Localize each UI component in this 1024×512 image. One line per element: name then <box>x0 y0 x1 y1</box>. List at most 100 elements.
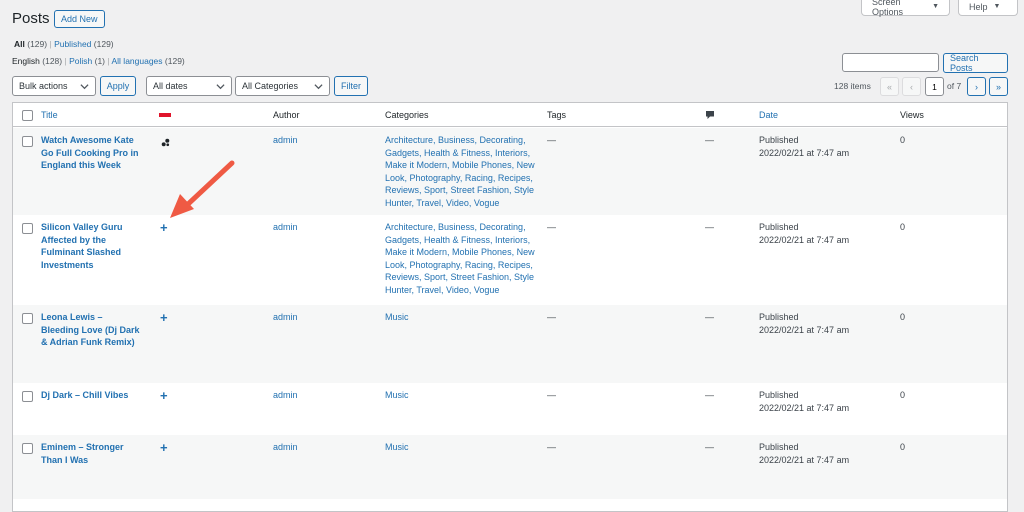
comments-value: — <box>705 312 714 322</box>
post-title-link[interactable]: Leona Lewis – Bleeding Love (Dj Dark & Adr… <box>41 311 145 349</box>
table-row: Silicon Valley Guru Affected by the Fulmin… <box>13 215 1007 305</box>
tags-value: — <box>547 390 556 400</box>
column-views: Views <box>900 110 924 120</box>
table-row: Eminem – Stronger Than I Was + admin Musi… <box>13 435 1007 499</box>
add-new-button[interactable]: Add New <box>54 10 105 28</box>
filter-published-count: (129) <box>93 39 114 49</box>
lang-english[interactable]: English <box>12 56 40 66</box>
comments-value: — <box>705 222 714 232</box>
views-value: 0 <box>900 312 906 322</box>
column-date[interactable]: Date <box>759 109 778 122</box>
language-filters: English (128) | Polish (1) | All languag… <box>12 56 185 66</box>
row-checkbox[interactable] <box>22 136 33 147</box>
date-cell: Published 2022/02/21 at 7:47 am <box>759 222 850 245</box>
filter-separator: | <box>107 56 110 66</box>
first-page-button[interactable]: « <box>880 77 899 96</box>
lang-polish[interactable]: Polish <box>69 56 92 66</box>
caret-down-icon: ▼ <box>932 3 939 10</box>
help-button[interactable]: Help ▼ <box>958 0 1018 16</box>
views-value: 0 <box>900 390 906 400</box>
lang-english-count: (128) <box>42 56 63 66</box>
red-arrow-icon <box>170 160 235 218</box>
filter-button[interactable]: Filter <box>334 76 368 96</box>
post-title-link[interactable]: Silicon Valley Guru Affected by the Fulmin… <box>41 221 145 271</box>
date-cell: Published 2022/02/21 at 7:47 am <box>759 135 850 158</box>
date-cell: Published 2022/02/21 at 7:47 am <box>759 390 850 413</box>
prev-page-button[interactable]: ‹ <box>902 77 921 96</box>
date-cell: Published 2022/02/21 at 7:47 am <box>759 442 850 465</box>
last-page-button[interactable]: » <box>989 77 1008 96</box>
apply-button[interactable]: Apply <box>100 76 136 96</box>
date-cell: Published 2022/02/21 at 7:47 am <box>759 312 850 335</box>
table-row: Watch Awesome Kate Go Full Cooking Pro in… <box>13 128 1007 215</box>
comments-value: — <box>705 442 714 452</box>
comments-value: — <box>705 135 714 145</box>
lang-polish-count: (1) <box>94 56 105 66</box>
current-page-input[interactable] <box>925 77 944 96</box>
views-value: 0 <box>900 222 906 232</box>
filter-published[interactable]: Published <box>54 39 91 49</box>
categories-links[interactable]: Music <box>385 441 537 454</box>
page-total: of 7 <box>947 81 962 91</box>
search-posts-button[interactable]: Search Posts <box>943 53 1008 73</box>
views-value: 0 <box>900 442 906 452</box>
filter-separator: | <box>49 39 52 49</box>
tags-value: — <box>547 222 556 232</box>
column-tags: Tags <box>547 110 567 120</box>
categories-select[interactable]: All Categories <box>235 76 330 96</box>
filter-all[interactable]: All <box>14 39 25 49</box>
post-title-link[interactable]: Eminem – Stronger Than I Was <box>41 441 145 466</box>
table-header: Title Author Categories Tags Date Views <box>13 103 1007 127</box>
chevron-down-icon <box>216 84 225 90</box>
polish-flag-icon <box>159 113 171 117</box>
table-row: Leona Lewis – Bleeding Love (Dj Dark & Adr… <box>13 305 1007 383</box>
tags-value: — <box>547 312 556 322</box>
post-title-link[interactable]: Watch Awesome Kate Go Full Cooking Pro in… <box>41 134 145 172</box>
categories-value: All Categories <box>242 81 299 91</box>
bulk-actions-value: Bulk actions <box>19 81 68 91</box>
caret-down-icon: ▼ <box>993 3 1001 10</box>
lang-all-count: (129) <box>164 56 185 66</box>
row-checkbox[interactable] <box>22 443 33 454</box>
lang-all[interactable]: All languages <box>112 56 163 66</box>
status-filters: All (129) | Published (129) <box>14 39 114 49</box>
filter-all-count: (129) <box>27 39 48 49</box>
categories-links[interactable]: Architecture, Business, Decorating, Gadge… <box>385 221 537 297</box>
select-all-checkbox[interactable] <box>22 110 33 121</box>
row-checkbox[interactable] <box>22 223 33 234</box>
categories-links[interactable]: Music <box>385 389 537 402</box>
chevron-down-icon <box>314 84 323 90</box>
row-checkbox[interactable] <box>22 391 33 402</box>
column-author: Author <box>273 110 300 120</box>
author-link[interactable]: admin <box>273 221 298 234</box>
categories-links[interactable]: Music <box>385 311 537 324</box>
author-link[interactable]: admin <box>273 389 298 402</box>
post-title-link[interactable]: Dj Dark – Chill Vibes <box>41 389 171 402</box>
add-translation-icon[interactable]: + <box>160 311 168 324</box>
add-translation-icon[interactable]: + <box>160 389 168 402</box>
dates-select[interactable]: All dates <box>146 76 232 96</box>
screen-options-button[interactable]: Screen Options ▼ <box>861 0 950 17</box>
items-count: 128 items <box>834 81 871 91</box>
author-link[interactable]: admin <box>273 311 298 324</box>
author-link[interactable]: admin <box>273 134 298 147</box>
translation-link-icon[interactable] <box>161 138 170 147</box>
tags-value: — <box>547 135 556 145</box>
row-checkbox[interactable] <box>22 313 33 324</box>
add-translation-icon[interactable]: + <box>160 221 168 234</box>
search-input[interactable] <box>842 53 939 72</box>
views-value: 0 <box>900 135 906 145</box>
dates-value: All dates <box>153 81 188 91</box>
add-translation-icon[interactable]: + <box>160 441 168 454</box>
table-row: Dj Dark – Chill Vibes + admin Music — — … <box>13 383 1007 435</box>
comment-bubble-icon[interactable] <box>705 110 715 120</box>
chevron-down-icon <box>80 84 89 90</box>
column-categories: Categories <box>385 110 429 120</box>
column-title[interactable]: Title <box>41 109 58 122</box>
categories-links[interactable]: Architecture, Business, Decorating, Gadge… <box>385 134 537 210</box>
tags-value: — <box>547 442 556 452</box>
author-link[interactable]: admin <box>273 441 298 454</box>
comments-value: — <box>705 390 714 400</box>
next-page-button[interactable]: › <box>967 77 986 96</box>
bulk-actions-select[interactable]: Bulk actions <box>12 76 96 96</box>
